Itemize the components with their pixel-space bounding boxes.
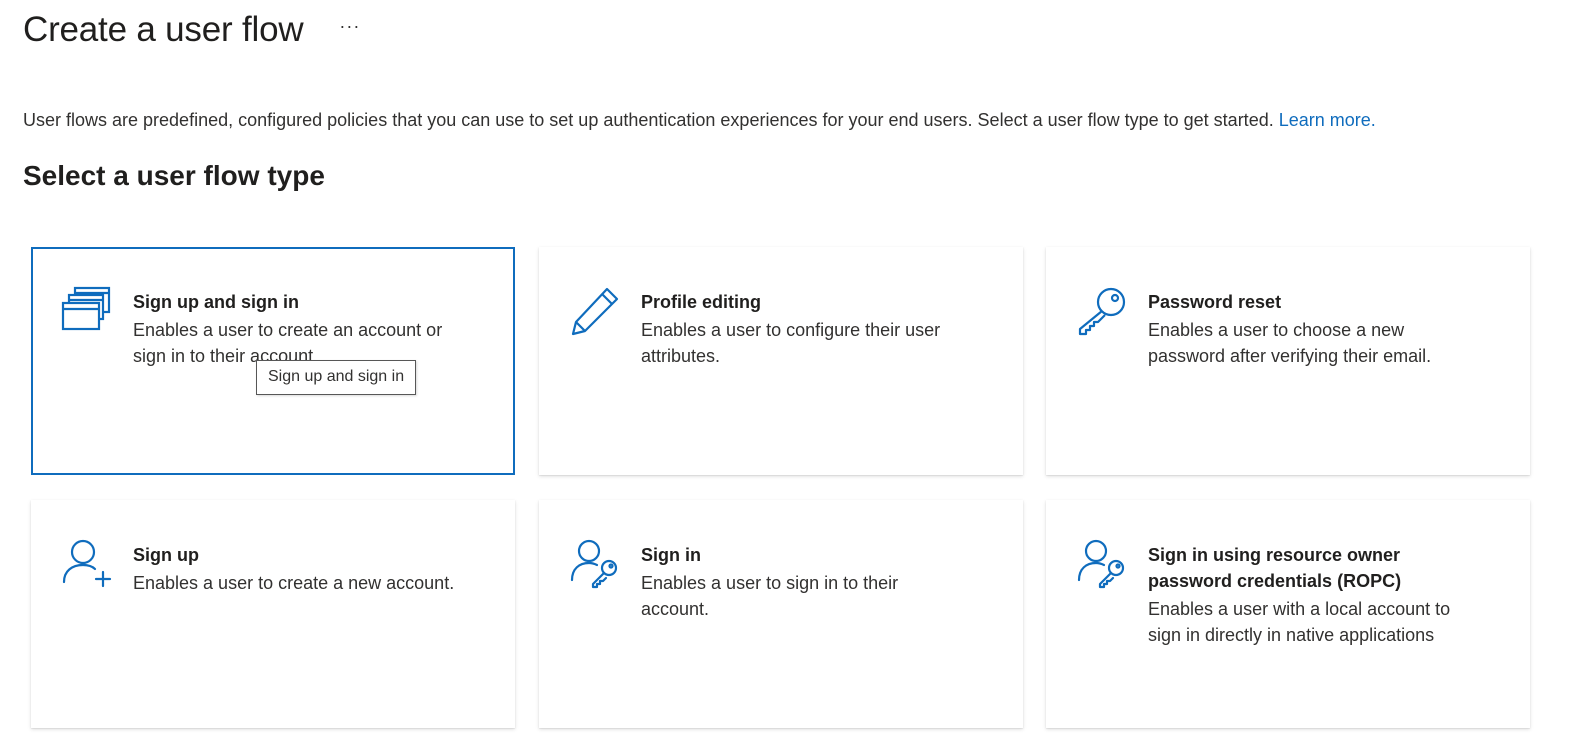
card-description: Enables a user to sign in to their accou… xyxy=(641,573,899,619)
person-key-icon xyxy=(1076,538,1128,590)
card-description: Enables a user to create a new account. xyxy=(133,573,455,593)
key-icon xyxy=(1076,285,1128,337)
intro-description: User flows are predefined, configured po… xyxy=(23,110,1279,130)
create-user-flow-page: Create a user flow ··· User flows are pr… xyxy=(0,0,1569,751)
learn-more-link[interactable]: Learn more. xyxy=(1279,110,1376,130)
card-password-reset[interactable]: Password reset Enables a user to choose … xyxy=(1046,247,1530,475)
card-title: Sign up xyxy=(133,545,199,565)
card-description: Enables a user to choose a new password … xyxy=(1148,320,1432,366)
page-title: Create a user flow xyxy=(23,10,304,49)
card-text: Sign up Enables a user to create a new a… xyxy=(133,542,463,596)
card-text: Password reset Enables a user to choose … xyxy=(1148,289,1478,369)
title-row: Create a user flow ··· xyxy=(23,10,360,50)
person-add-icon xyxy=(61,538,113,590)
card-text: Sign in using resource owner password cr… xyxy=(1148,542,1478,648)
card-text: Sign up and sign in Enables a user to cr… xyxy=(133,289,463,369)
card-sign-up[interactable]: Sign up Enables a user to create a new a… xyxy=(31,500,515,728)
card-title: Profile editing xyxy=(641,292,762,312)
card-text: Profile editing Enables a user to config… xyxy=(641,289,971,369)
card-title: Sign in xyxy=(641,545,701,565)
stacked-windows-icon xyxy=(61,285,113,337)
card-title: Password reset xyxy=(1148,292,1282,312)
tooltip: Sign up and sign in xyxy=(256,360,417,395)
card-description: Enables a user to configure their user a… xyxy=(641,320,941,366)
card-description: Enables a user with a local account to s… xyxy=(1148,599,1451,645)
card-text: Sign in Enables a user to sign in to the… xyxy=(641,542,971,622)
more-options-button[interactable]: ··· xyxy=(339,17,360,35)
card-sign-in-ropc[interactable]: Sign in using resource owner password cr… xyxy=(1046,500,1530,728)
card-title: Sign up and sign in xyxy=(133,292,299,312)
intro-text: User flows are predefined, configured po… xyxy=(23,110,1376,131)
pencil-icon xyxy=(569,285,621,337)
card-profile-editing[interactable]: Profile editing Enables a user to config… xyxy=(539,247,1023,475)
card-title: Sign in using resource owner password cr… xyxy=(1148,545,1402,591)
person-key-icon xyxy=(569,538,621,590)
card-sign-in[interactable]: Sign in Enables a user to sign in to the… xyxy=(539,500,1023,728)
section-title: Select a user flow type xyxy=(23,160,325,191)
